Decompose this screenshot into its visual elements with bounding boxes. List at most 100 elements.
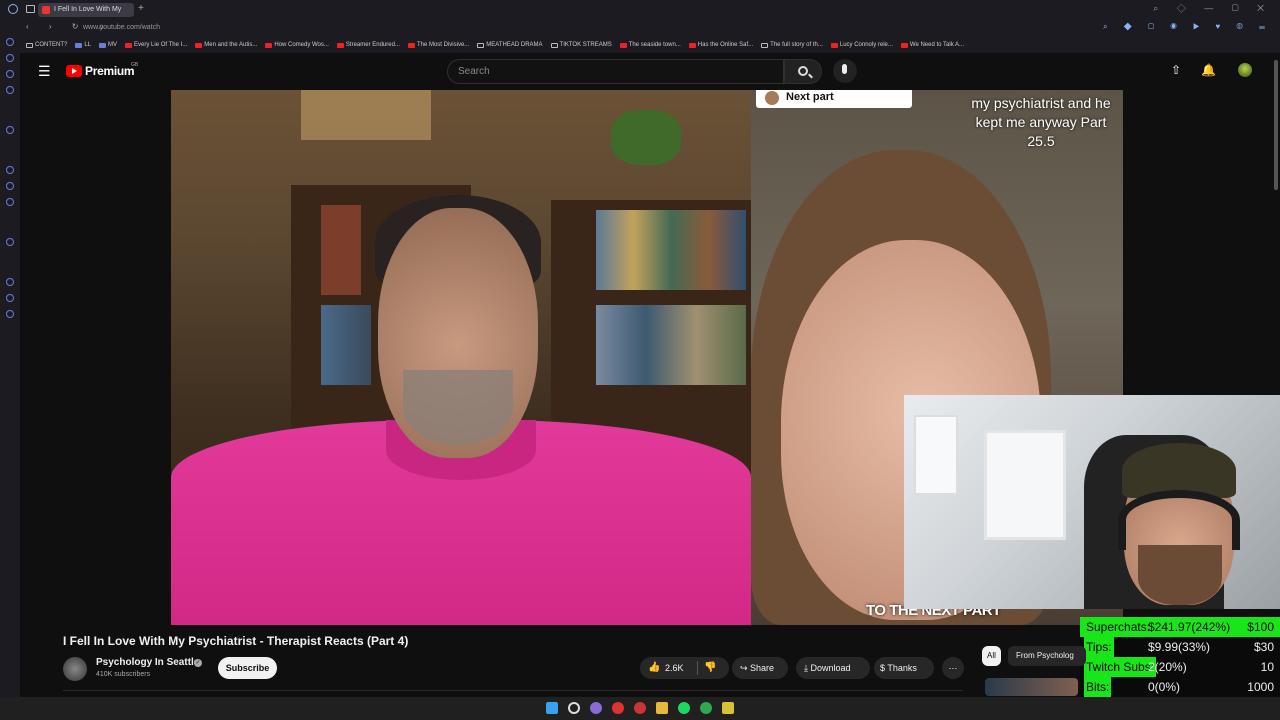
search-icon (798, 66, 808, 76)
tab-title: I Fell In Love With My (54, 6, 122, 13)
bookmark-item[interactable]: We Need to Talk A... (900, 42, 964, 48)
voice-search-icon[interactable] (833, 59, 857, 83)
bookmark-favicon-icon (336, 42, 344, 48)
bookmark-item[interactable]: MEATHEAD DRAMA (477, 42, 543, 48)
page-scrollbar[interactable] (1274, 60, 1278, 190)
address-bar (0, 20, 1280, 37)
url-field[interactable]: www.youtube.com/watch (83, 24, 160, 31)
goal-progress: 2(20%) (1148, 660, 1187, 674)
folder-icon (26, 42, 33, 48)
account-avatar[interactable] (1238, 63, 1252, 77)
like-count[interactable]: 2.6K (665, 657, 684, 679)
bookmark-item[interactable]: How Comedy Wos... (265, 42, 329, 48)
sidebar-icon[interactable] (6, 238, 14, 246)
like-icon[interactable]: 👍 (648, 657, 660, 679)
search-button[interactable] (784, 59, 822, 84)
youtube-premium-logo[interactable]: Premium (85, 64, 135, 78)
search-taskbar-icon[interactable] (568, 702, 580, 714)
sidebar-icon[interactable] (6, 126, 14, 134)
upload-icon[interactable]: ⇧ (1171, 63, 1181, 77)
goal-target: 1000 (1247, 680, 1274, 694)
app-icon[interactable] (722, 702, 734, 714)
bookmark-item[interactable]: Has the Online Saf... (688, 42, 753, 48)
sidebar-icon[interactable] (6, 54, 14, 62)
dislike-icon[interactable]: 👎 (704, 657, 716, 679)
bookmark-item[interactable]: The full story of th... (761, 42, 823, 48)
thanks-button[interactable]: $ Thanks (874, 657, 934, 679)
bookmark-favicon-icon (830, 42, 838, 48)
folder-icon[interactable] (656, 702, 668, 714)
browser-tab-bar: I Fell In Love With My + ⌕ ◇ — ▢ ✕ (0, 0, 1280, 20)
bookmark-item[interactable]: LL (75, 42, 91, 48)
sidebar-icon[interactable] (6, 182, 14, 190)
bookmarks-bar: CONTENT? LL MV Every Lie Of The I... Men and… (0, 37, 1280, 53)
menu-icon[interactable]: ☰ (38, 63, 51, 80)
new-tab-button[interactable]: + (138, 3, 144, 14)
browser-menu-icon[interactable] (8, 4, 18, 14)
verified-check-icon: ✓ (194, 659, 202, 667)
goal-label: Tips: (1084, 637, 1114, 657)
search-input[interactable]: Search (447, 59, 784, 84)
headset (1118, 490, 1240, 550)
sidebar-icon[interactable] (6, 166, 14, 174)
channel-name[interactable]: Psychology In Seattle (96, 657, 199, 668)
bookmark-item[interactable]: The Most Divisive... (407, 42, 469, 48)
channel-avatar[interactable] (63, 657, 87, 681)
sidebar-icon[interactable] (6, 294, 14, 302)
goal-progress: $241.97(242%) (1148, 620, 1231, 634)
folder-icon (761, 42, 769, 48)
opera-icon[interactable] (612, 702, 624, 714)
notifications-bell-icon[interactable]: 🔔 (1201, 63, 1216, 77)
sidebar-icon[interactable] (6, 310, 14, 318)
goal-label: Bits: (1084, 677, 1112, 697)
recommended-thumbnail[interactable] (985, 678, 1078, 696)
bookmark-item[interactable]: Streamer Endured... (336, 42, 400, 48)
sidebar-icon[interactable] (6, 70, 14, 78)
bookmark-item[interactable]: TIKTOK STREAMS (550, 42, 612, 48)
youtube-logo-icon[interactable] (66, 65, 82, 77)
subscriber-count: 410K subscribers (96, 671, 151, 678)
window-controls[interactable]: ⌕ ◇ — ▢ ✕ (1153, 3, 1272, 14)
streamer-webcam (904, 395, 1280, 609)
app-icon[interactable] (590, 702, 602, 714)
start-icon[interactable] (546, 702, 558, 714)
bookmark-item[interactable]: CONTENT? (26, 42, 67, 48)
goal-target: $30 (1253, 640, 1274, 654)
region-label: GB (131, 62, 139, 68)
tab-overview-icon[interactable] (26, 5, 35, 13)
youtube-favicon-icon (42, 6, 50, 14)
bookmark-item[interactable]: MV (99, 42, 117, 48)
xbox-icon[interactable] (700, 702, 712, 714)
address-bar-tools[interactable]: ⌕ ◆ ▢ ◉ ▶ ♥ ◍ ☰ (1103, 22, 1272, 32)
chip-all[interactable]: All (982, 646, 1001, 666)
stream-goal-row: Tips: $9.99(33%) $30 (1080, 637, 1280, 657)
goal-label: Superchats: (1086, 620, 1151, 634)
reaction-video-frame (171, 90, 751, 625)
goal-progress: $9.99(33%) (1148, 640, 1211, 654)
browser-sidebar (0, 20, 20, 700)
spotify-icon[interactable] (678, 702, 690, 714)
more-actions-icon[interactable]: ⋯ (942, 657, 964, 679)
bookmark-item[interactable]: Men and the Autis... (195, 42, 257, 48)
bookmark-item[interactable]: The seaside town... (619, 42, 681, 48)
bookmark-item[interactable]: Lucy Connoly rele... (830, 42, 893, 48)
chip-from-channel[interactable]: From Psycholog (1008, 646, 1086, 666)
folder-icon (477, 42, 485, 48)
bookmark-item[interactable]: Every Lie Of The I... (125, 42, 187, 48)
folder-icon (550, 42, 558, 48)
bookmark-favicon-icon (99, 42, 107, 48)
stream-goal-row: Bits: 0(0%) 1000 (1080, 677, 1280, 697)
obs-icon[interactable] (634, 702, 646, 714)
browser-tab[interactable]: I Fell In Love With My (38, 3, 134, 17)
sidebar-icon[interactable] (6, 198, 14, 206)
sidebar-icon[interactable] (6, 278, 14, 286)
bookmark-favicon-icon (75, 42, 83, 48)
sidebar-icon[interactable] (6, 86, 14, 94)
goal-target: $100 (1247, 620, 1274, 634)
stream-goal-row: Twitch Subs: 2(20%) 10 (1080, 657, 1280, 677)
next-part-sticker: Next part (756, 90, 912, 108)
subscribe-button[interactable]: Subscribe (218, 657, 277, 679)
sidebar-icon[interactable] (6, 38, 14, 46)
download-button[interactable]: ⤓ Download (796, 657, 870, 679)
share-button[interactable]: ↪ Share (732, 657, 788, 679)
